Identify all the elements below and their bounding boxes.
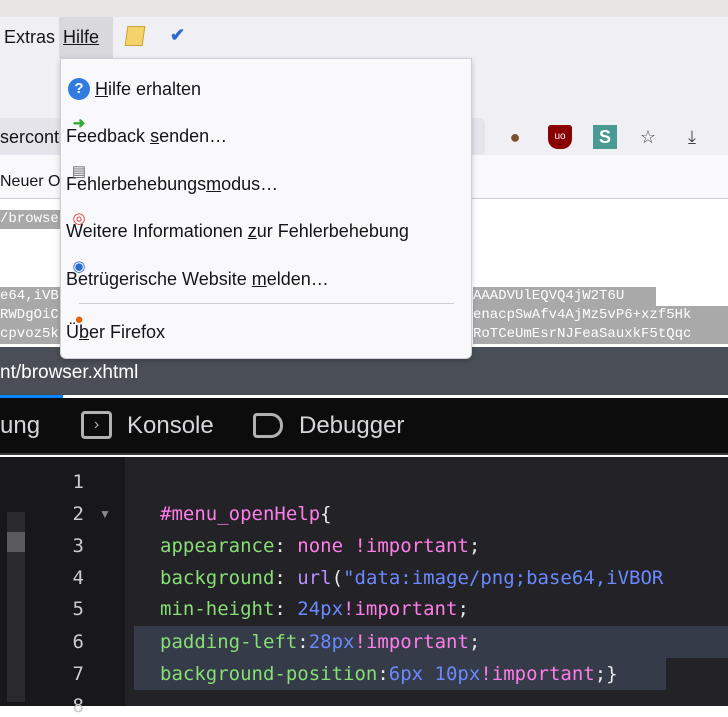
line-number: 3 <box>72 535 84 557</box>
title-strip <box>0 0 728 17</box>
help-icon: ? <box>68 78 90 100</box>
menu-hilfe[interactable]: Hilfe <box>59 17 113 58</box>
selected-text: RoTCeUmEsrNJFeaSauxkF5tQqc <box>473 325 728 344</box>
menu-item-report-deceptive-site[interactable]: ◉ Betrügerische Website melden… <box>66 258 466 294</box>
bookmark-item[interactable]: Neuer O <box>0 173 60 190</box>
code-punct: ;} <box>594 663 618 685</box>
selected-text: /browse <box>0 210 60 229</box>
item-text: ilfe erhalten <box>108 79 202 99</box>
line-number: 1 <box>72 471 84 493</box>
fold-arrow-icon[interactable]: ▼ <box>99 507 111 521</box>
code-value: none !important <box>297 535 469 557</box>
selected-text: cpvoz5k <box>0 325 60 344</box>
ublock-icon[interactable]: uo <box>548 125 572 149</box>
item-text: enden… <box>159 126 228 146</box>
code-punct: ( <box>331 567 344 589</box>
code-important: !important <box>343 598 458 620</box>
help-menu-popup: ? Hilfe erhalten ➜ Feedback senden… ▤ Fehle… <box>60 58 472 359</box>
code-important: !important <box>354 631 469 653</box>
code-line: background-position:6px 10px!important;} <box>160 663 618 685</box>
code-punct: : <box>297 631 309 653</box>
code-punct: ; <box>468 535 481 557</box>
code-line: min-height: 24px!important; <box>160 598 469 620</box>
selected-text: AAADVUlEQVQ4jW2T6U <box>473 287 656 306</box>
code-number: 24px <box>297 598 344 620</box>
line-number: 6 <box>72 631 84 653</box>
code-punct: : <box>377 663 389 685</box>
tab-inspector[interactable]: ung <box>0 412 40 440</box>
code-prop: appearance <box>160 535 275 557</box>
menu-item-feedback[interactable]: ➜ Feedback senden… <box>66 115 466 151</box>
code-prop: background-position <box>160 663 378 685</box>
menu-item-troubleshoot-mode[interactable]: ▤ Fehlerbehebungsmodus… <box>66 163 466 199</box>
scrollbar-thumb[interactable] <box>7 532 25 552</box>
line-number: 2 <box>72 503 84 525</box>
cookie-icon[interactable]: ● <box>503 125 527 149</box>
code-punct: ; <box>468 631 481 653</box>
console-icon: › <box>81 411 112 439</box>
code-string: "data:image/png;base64,iVBOR <box>343 567 664 589</box>
code-number: 28px <box>308 631 355 653</box>
code-punct: : <box>274 535 298 557</box>
menu-item-about-firefox[interactable]: ● Über Firefox <box>66 311 466 347</box>
code-value: url <box>297 567 332 589</box>
debugger-icon <box>253 413 283 438</box>
tab-debugger[interactable]: Debugger <box>299 412 404 440</box>
firefox-icon: ● <box>74 311 84 328</box>
eye-icon: ◉ <box>72 258 86 275</box>
item-text: elden… <box>266 269 329 289</box>
selected-text: enacpSwAfv4AjMz5vP6+xzf5Hk <box>473 306 728 325</box>
document-path: nt/browser.xhtml <box>0 362 139 383</box>
code-line: padding-left:28px!important; <box>160 631 480 653</box>
download-icon[interactable]: ⤓ <box>680 125 704 149</box>
devtools-tabs: ung › Konsole Debugger <box>0 398 728 455</box>
notepad-icon[interactable] <box>124 26 146 46</box>
code-line: background: url("data:image/png;base64,i… <box>160 567 663 589</box>
stylus-icon[interactable]: S <box>593 125 617 149</box>
access-key: z <box>247 221 257 241</box>
menu-item-more-troubleshooting[interactable]: ◎ Weitere Informationen zur Fehlerbehebun… <box>66 210 466 246</box>
code-important: !important <box>480 663 595 685</box>
menu-separator <box>79 303 454 304</box>
access-key: H <box>95 79 108 99</box>
item-text: ur Fehlerbehebung <box>256 221 409 241</box>
selected-text: RWDgOiC <box>0 306 60 325</box>
code-punct: : <box>274 598 298 620</box>
troubleshoot-mode-icon: ▤ <box>71 163 87 180</box>
code-prop: background <box>160 567 275 589</box>
code-number: 6px 10px <box>388 663 481 685</box>
url-text: sercont <box>0 127 60 147</box>
code-brace: { <box>320 503 332 525</box>
code-line: #menu_openHelp{ <box>160 503 332 525</box>
code-prop: min-height <box>160 598 275 620</box>
lifebuoy-icon: ◎ <box>72 210 86 227</box>
menu-hilfe-label: Hilfe <box>63 27 100 47</box>
access-key: m <box>206 174 222 194</box>
line-number: 8 <box>72 695 84 717</box>
code-punct: ; <box>457 598 469 620</box>
w3c-validator-icon[interactable]: ✔ <box>170 25 192 47</box>
tab-console[interactable]: Konsole <box>127 412 214 440</box>
line-number: 7 <box>72 663 84 685</box>
line-number: 5 <box>72 598 84 620</box>
line-number: 4 <box>72 567 84 589</box>
item-text: Weitere Informationen <box>66 221 248 241</box>
item-text: er Firefox <box>89 322 166 342</box>
menu-extras[interactable]: Extras <box>0 17 59 58</box>
access-key: m <box>251 269 267 289</box>
menu-item-get-help[interactable]: ? Hilfe erhalten <box>66 74 466 104</box>
access-key: s <box>150 126 160 146</box>
code-line: appearance: none !important; <box>160 535 480 557</box>
code-prop: padding-left <box>160 631 298 653</box>
feedback-icon: ➜ <box>72 115 86 132</box>
bookmark-star-icon[interactable]: ☆ <box>636 125 660 149</box>
item-text: Betrügerische Website <box>66 269 252 289</box>
selected-text: e64,iVB <box>0 287 60 306</box>
item-text: odus… <box>221 174 279 194</box>
code-selector: #menu_openHelp <box>160 503 321 525</box>
code-punct: : <box>274 567 298 589</box>
